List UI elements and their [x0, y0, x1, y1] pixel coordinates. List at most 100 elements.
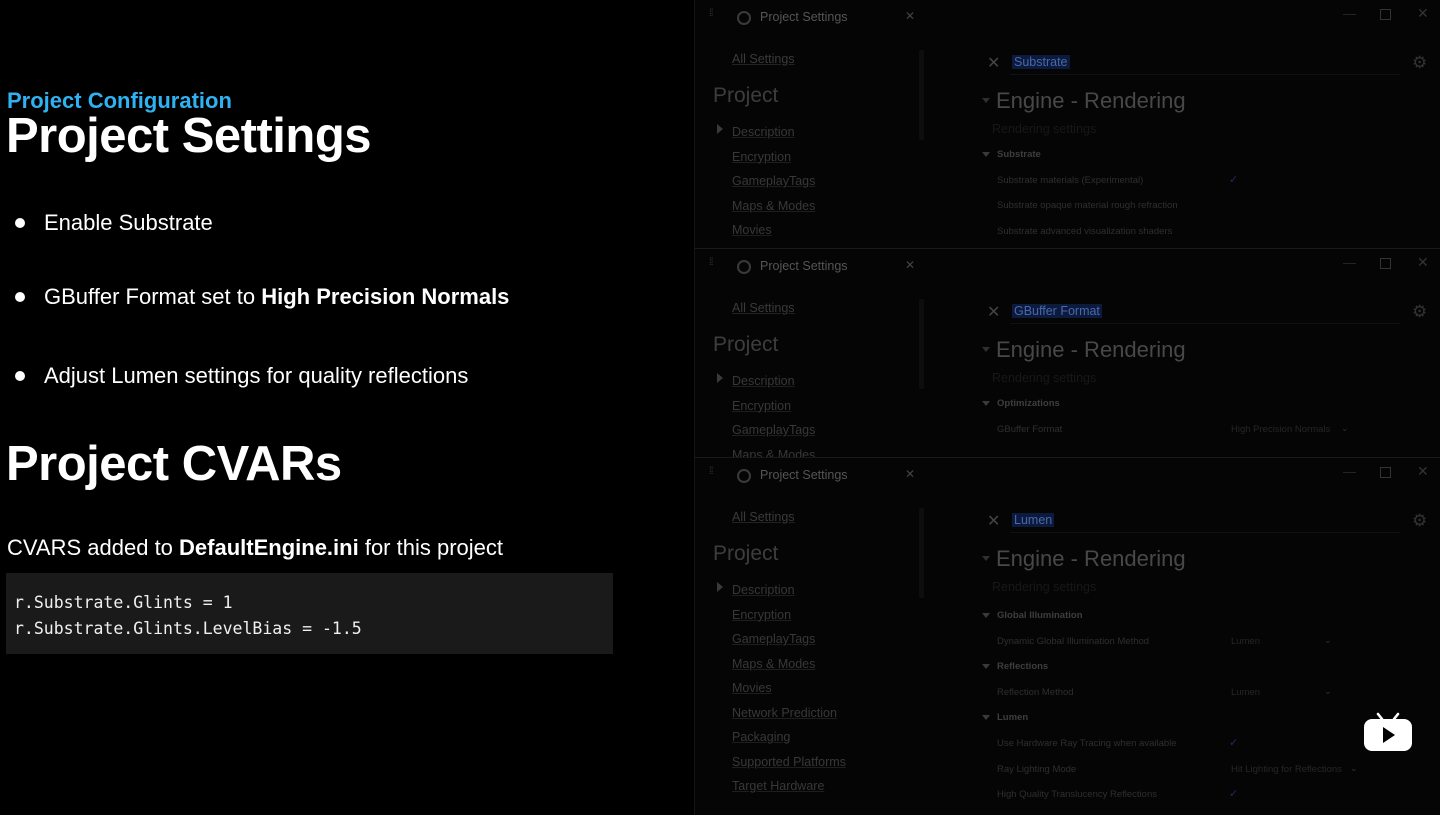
setting-label: GBuffer Format [997, 424, 1063, 435]
chevron-down-icon[interactable]: ⌄ [1341, 423, 1349, 434]
tab-project-settings[interactable]: Project Settings [760, 10, 848, 24]
cvars-desc-post: for this project [358, 535, 503, 560]
checkbox-checked[interactable]: ✓ [1229, 787, 1238, 800]
gear-icon[interactable]: ⚙ [1412, 511, 1427, 531]
window-close-icon[interactable]: ✕ [1417, 5, 1429, 22]
search-input[interactable]: GBuffer Format [1012, 304, 1102, 318]
slide-content: Project Configuration Project Settings E… [0, 0, 694, 814]
settings-icon [737, 260, 751, 274]
collapse-arrow-icon[interactable] [982, 556, 990, 561]
window-close-icon[interactable]: ✕ [1417, 463, 1429, 480]
project-settings-window-substrate: ⁞⁞ Project Settings ✕ — ✕ All Settings P… [694, 0, 1440, 248]
chevron-down-icon[interactable]: ⌄ [1350, 763, 1358, 774]
settings-nav: Description Encryption GameplayTags Maps… [732, 369, 815, 458]
gbuffer-format-dropdown[interactable]: High Precision Normals [1231, 424, 1330, 435]
nav-item-maps-modes[interactable]: Maps & Modes [732, 652, 846, 677]
nav-item-description[interactable]: Description [732, 578, 846, 603]
search-input[interactable]: Lumen [1012, 513, 1055, 527]
tab-project-settings[interactable]: Project Settings [760, 468, 848, 482]
maximize-icon[interactable] [1380, 258, 1391, 269]
nav-item-description[interactable]: Description [732, 369, 815, 394]
category-title: Engine - Rendering [996, 88, 1186, 113]
nav-item-encryption[interactable]: Encryption [732, 603, 846, 628]
clear-search-icon[interactable]: ✕ [987, 511, 1000, 531]
section-arrow-icon[interactable] [982, 613, 990, 618]
nav-scrollbar[interactable] [919, 50, 924, 140]
collapse-arrow-icon[interactable] [982, 98, 990, 103]
clear-search-icon[interactable]: ✕ [987, 302, 1000, 322]
drag-grip-icon[interactable]: ⁞⁞ [709, 8, 713, 19]
search-underline [1010, 323, 1400, 324]
minimize-icon[interactable]: — [1343, 464, 1356, 479]
section-arrow-icon[interactable] [982, 401, 990, 406]
gi-method-dropdown[interactable]: Lumen [1231, 636, 1260, 647]
all-settings-link[interactable]: All Settings [732, 52, 795, 66]
drag-grip-icon[interactable]: ⁞⁞ [709, 257, 713, 268]
settings-nav: Description Encryption GameplayTags Maps… [732, 578, 846, 799]
bullet-bold-text: High Precision Normals [261, 284, 510, 309]
nav-item-supported-platforms[interactable]: Supported Platforms [732, 750, 846, 775]
section-arrow-icon[interactable] [982, 152, 990, 157]
section-reflections[interactable]: Reflections [997, 661, 1048, 672]
section-arrow-icon[interactable] [982, 664, 990, 669]
nav-item-movies[interactable]: Movies [732, 676, 846, 701]
nav-item-packaging[interactable]: Packaging [732, 725, 846, 750]
setting-label: Ray Lighting Mode [997, 764, 1077, 775]
tab-close-icon[interactable]: ✕ [905, 258, 915, 272]
cvars-description: CVARS added to DefaultEngine.ini for thi… [7, 535, 503, 561]
nav-item-encryption[interactable]: Encryption [732, 145, 815, 170]
nav-item-gameplaytags[interactable]: GameplayTags [732, 627, 846, 652]
setting-label: Substrate advanced visualization shaders [997, 226, 1173, 237]
search-input[interactable]: Substrate [1012, 55, 1070, 69]
checkbox-checked[interactable]: ✓ [1229, 736, 1238, 749]
minimize-icon[interactable]: — [1343, 6, 1356, 21]
nav-scrollbar[interactable] [919, 508, 924, 598]
nav-item-maps-modes[interactable]: Maps & Modes [732, 443, 815, 459]
chevron-down-icon[interactable]: ⌄ [1324, 686, 1332, 697]
clear-search-icon[interactable]: ✕ [987, 53, 1000, 73]
all-settings-link[interactable]: All Settings [732, 301, 795, 315]
all-settings-link[interactable]: All Settings [732, 510, 795, 524]
gear-icon[interactable]: ⚙ [1412, 53, 1427, 73]
checkbox-checked[interactable]: ✓ [1229, 173, 1238, 186]
nav-item-encryption[interactable]: Encryption [732, 394, 815, 419]
section-substrate[interactable]: Substrate [997, 149, 1041, 160]
search-underline [1010, 74, 1400, 75]
maximize-icon[interactable] [1380, 467, 1391, 478]
bullet-item: Adjust Lumen settings for quality reflec… [14, 361, 509, 391]
nav-item-target-hardware[interactable]: Target Hardware [732, 774, 846, 799]
gear-icon[interactable]: ⚙ [1412, 302, 1427, 322]
expand-arrow-icon[interactable] [717, 124, 723, 134]
expand-arrow-icon[interactable] [717, 373, 723, 383]
category-title: Engine - Rendering [996, 337, 1186, 362]
section-global-illumination[interactable]: Global Illumination [997, 610, 1083, 621]
bullet-text: Adjust Lumen settings for quality reflec… [44, 363, 469, 388]
nav-item-movies[interactable]: Movies [732, 218, 815, 243]
nav-item-gameplaytags[interactable]: GameplayTags [732, 169, 815, 194]
maximize-icon[interactable] [1380, 9, 1391, 20]
minimize-icon[interactable]: — [1343, 255, 1356, 270]
bullet-item: Enable Substrate [14, 208, 509, 238]
tab-project-settings[interactable]: Project Settings [760, 259, 848, 273]
expand-arrow-icon[interactable] [717, 582, 723, 592]
ray-lighting-mode-dropdown[interactable]: Hit Lighting for Reflections [1231, 764, 1342, 775]
section-lumen[interactable]: Lumen [997, 712, 1028, 723]
setting-label: Substrate opaque material rough refracti… [997, 200, 1178, 211]
nav-scrollbar[interactable] [919, 299, 924, 389]
section-optimizations[interactable]: Optimizations [997, 398, 1060, 409]
nav-item-network-prediction[interactable]: Network Prediction [732, 701, 846, 726]
window-close-icon[interactable]: ✕ [1417, 254, 1429, 271]
collapse-arrow-icon[interactable] [982, 347, 990, 352]
section-arrow-icon[interactable] [982, 715, 990, 720]
nav-item-gameplaytags[interactable]: GameplayTags [732, 418, 815, 443]
chevron-down-icon[interactable]: ⌄ [1324, 635, 1332, 646]
search-underline [1010, 532, 1400, 533]
nav-item-description[interactable]: Description [732, 120, 815, 145]
drag-grip-icon[interactable]: ⁞⁞ [709, 466, 713, 477]
bilibili-icon [1364, 712, 1412, 751]
bullet-list: Enable Substrate GBuffer Format set to H… [14, 208, 509, 388]
tab-close-icon[interactable]: ✕ [905, 467, 915, 481]
tab-close-icon[interactable]: ✕ [905, 9, 915, 23]
nav-item-maps-modes[interactable]: Maps & Modes [732, 194, 815, 219]
reflection-method-dropdown[interactable]: Lumen [1231, 687, 1260, 698]
